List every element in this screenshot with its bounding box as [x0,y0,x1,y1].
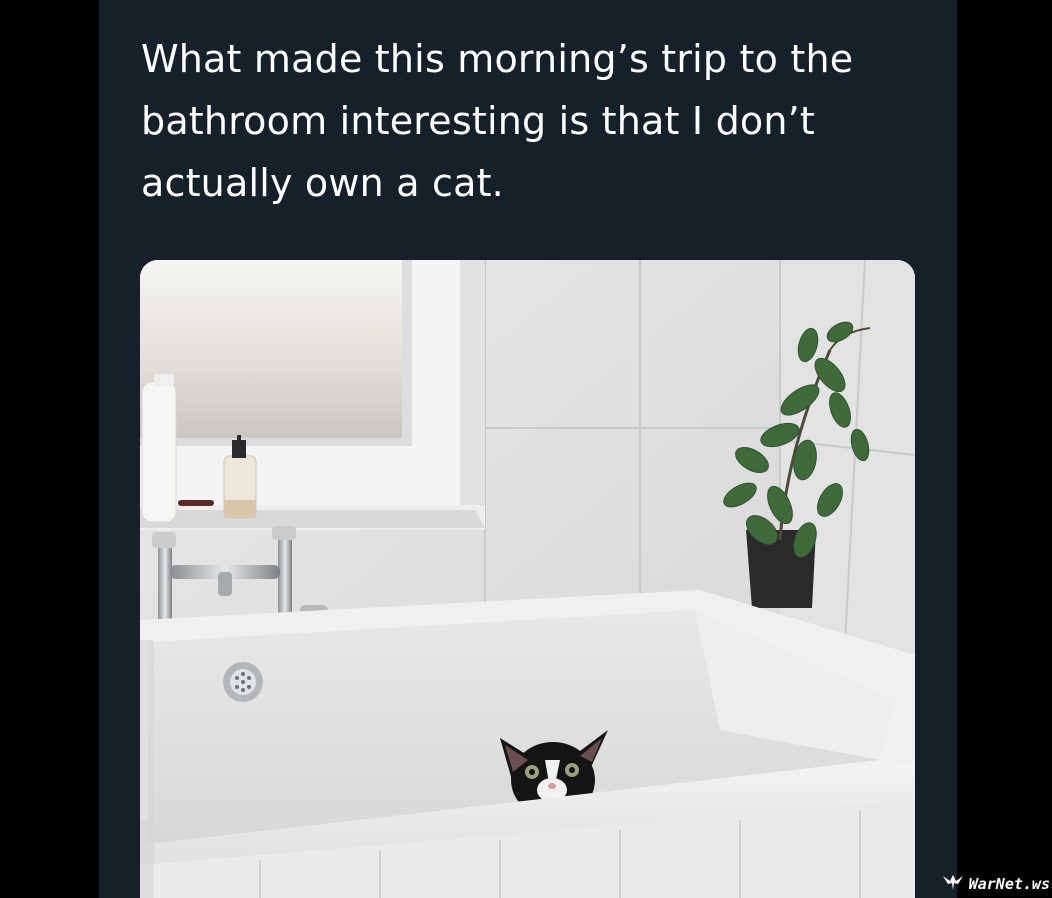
watermark-text: WarNet.ws [968,875,1050,893]
eagle-icon [942,873,964,895]
post-photo[interactable] [140,260,915,898]
post-text: What made this morning’s trip to the bat… [141,37,854,205]
bathroom-cat-photo [140,260,915,898]
watermark: WarNet.ws [942,872,1050,896]
post-panel: What made this morning’s trip to the bat… [99,0,957,898]
